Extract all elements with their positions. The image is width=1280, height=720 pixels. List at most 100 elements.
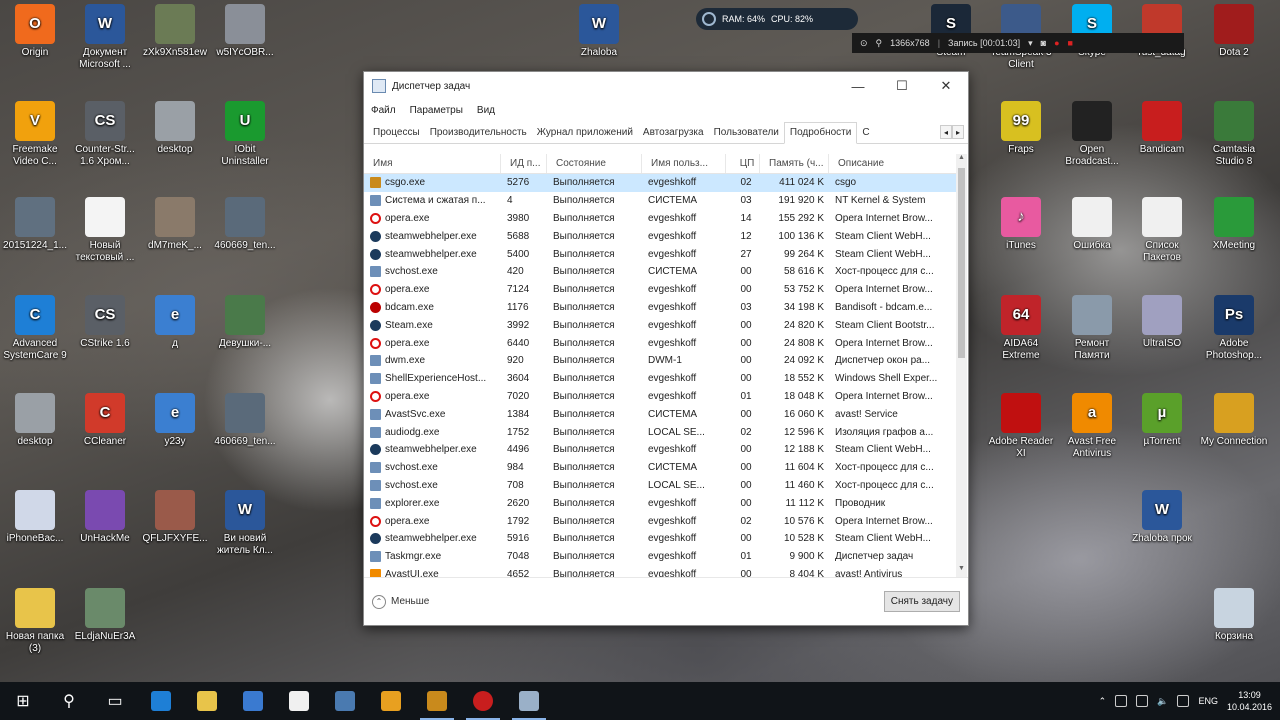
desktop-icon[interactable]: Bandicam [1127, 101, 1197, 156]
desktop-icon[interactable]: µ µTorrent [1127, 393, 1197, 448]
col-header-memory[interactable]: Память (ч... [760, 154, 829, 173]
desktop-icon[interactable]: Ошибка [1057, 197, 1127, 252]
tab-processes[interactable]: Процессы [368, 127, 425, 143]
tab-services[interactable]: С [857, 127, 874, 143]
taskbar-csgo-button[interactable] [414, 682, 460, 720]
taskbar-edge-button[interactable] [138, 682, 184, 720]
col-header-description[interactable]: Описание [829, 154, 957, 173]
table-row[interactable]: steamwebhelper.exe 5916 Выполняется evgeshk… [364, 530, 958, 548]
close-button[interactable]: ✕ [924, 72, 968, 100]
desktop-icon[interactable]: e y23y [140, 393, 210, 448]
table-row[interactable]: csgo.exe 5276 Выполняется evgeshkoff 02 411 0… [364, 174, 958, 192]
desktop-icon[interactable]: dM7meK_... [140, 197, 210, 252]
clock[interactable]: 13:09 10.04.2016 [1227, 689, 1272, 713]
search-icon[interactable]: ⚲ [46, 682, 92, 720]
minimize-button[interactable]: — [836, 72, 880, 100]
table-row[interactable]: steamwebhelper.exe 5400 Выполняется evgeshk… [364, 245, 958, 263]
desktop-icon[interactable]: ELdjaNuEr3A [70, 588, 140, 643]
desktop-icon[interactable]: desktop [0, 393, 70, 448]
taskbar-notepad-button[interactable] [276, 682, 322, 720]
taskbar-task-manager-button[interactable] [506, 682, 552, 720]
col-header-state[interactable]: Состояние [547, 154, 642, 173]
desktop-icon[interactable]: 64 AIDA64 Extreme [986, 295, 1056, 362]
col-header-name[interactable]: Имя [364, 154, 501, 173]
desktop-icon[interactable]: desktop [140, 101, 210, 156]
table-row[interactable]: dwm.exe 920 Выполняется DWM-1 00 24 092 K Дисп… [364, 352, 958, 370]
tab-details[interactable]: Подробности [783, 122, 858, 144]
table-row[interactable]: opera.exe 7124 Выполняется evgeshkoff 00 53 7… [364, 281, 958, 299]
tab-scroll-right-icon[interactable]: ▸ [952, 125, 964, 139]
menu-view[interactable]: Вид [477, 105, 495, 116]
record-button[interactable]: ● [1054, 38, 1059, 48]
desktop-icon[interactable]: Adobe Reader XI [986, 393, 1056, 460]
table-row[interactable]: opera.exe 3980 Выполняется evgeshkoff 14 155 … [364, 210, 958, 228]
desktop-icon[interactable]: W Zhaloba прок [1127, 490, 1197, 545]
tab-users[interactable]: Пользователи [709, 127, 784, 143]
scroll-down-icon[interactable]: ▼ [956, 565, 967, 577]
col-header-user[interactable]: Имя польз... [642, 154, 726, 173]
desktop-icon[interactable]: 460669_ten... [210, 393, 280, 448]
desktop-icon[interactable]: 99 Fraps [986, 101, 1056, 156]
fewer-details-link[interactable]: ⌃ Меньше [372, 594, 429, 609]
table-row[interactable]: svchost.exe 708 Выполняется LOCAL SE... 00 11… [364, 477, 958, 495]
vertical-scrollbar[interactable]: ▲ ▼ [956, 154, 967, 577]
table-row[interactable]: opera.exe 1792 Выполняется evgeshkoff 02 10 5… [364, 512, 958, 530]
menu-file[interactable]: Файл [371, 105, 396, 116]
scroll-up-icon[interactable]: ▲ [956, 154, 967, 166]
table-row[interactable]: steamwebhelper.exe 5688 Выполняется evgeshk… [364, 227, 958, 245]
desktop-icon[interactable]: Список Пакетов [1127, 197, 1197, 264]
language-indicator[interactable]: ENG [1198, 696, 1218, 706]
desktop-icon[interactable]: Open Broadcast... [1057, 101, 1127, 168]
desktop-icon[interactable]: Ремонт Памяти [1057, 295, 1127, 362]
desktop-icon[interactable]: My Connection [1199, 393, 1269, 448]
table-row[interactable]: opera.exe 6440 Выполняется evgeshkoff 00 24 8… [364, 334, 958, 352]
taskbar-network-tool-button[interactable] [322, 682, 368, 720]
taskbar-media-player-button[interactable] [368, 682, 414, 720]
tab-app-history[interactable]: Журнал приложений [532, 127, 638, 143]
pin-icon[interactable]: ⊙ [860, 38, 868, 49]
desktop-icon[interactable]: zXk9Xn581ew [140, 4, 210, 59]
table-row[interactable]: Steam.exe 3992 Выполняется evgeshkoff 00 24 8… [364, 316, 958, 334]
title-bar[interactable]: Диспетчер задач — ☐ ✕ [364, 72, 968, 100]
table-row[interactable]: steamwebhelper.exe 4496 Выполняется evgeshk… [364, 441, 958, 459]
desktop-icon[interactable]: Dota 2 [1199, 4, 1269, 59]
desktop-icon[interactable]: ♪ iTunes [986, 197, 1056, 252]
tab-performance[interactable]: Производительность [425, 127, 532, 143]
desktop-icon[interactable]: w5IYcOBR... [210, 4, 280, 59]
table-row[interactable]: svchost.exe 420 Выполняется СИСТЕМА 00 58 616… [364, 263, 958, 281]
tab-scroll-left-icon[interactable]: ◂ [940, 125, 952, 139]
menu-options[interactable]: Параметры [410, 105, 463, 116]
desktop-icon[interactable]: XMeeting [1199, 197, 1269, 252]
desktop-icon[interactable]: a Avast Free Antivirus [1057, 393, 1127, 460]
volume-icon[interactable]: 🔈 [1157, 696, 1168, 707]
table-row[interactable]: AvastUI.exe 4652 Выполняется evgeshkoff 00 8 … [364, 566, 958, 577]
desktop-icon[interactable]: 460669_ten... [210, 197, 280, 252]
tray-overflow-icon[interactable]: ⌃ [1099, 696, 1107, 707]
desktop-icon[interactable]: Новый текстовый ... [70, 197, 140, 264]
taskbar-file-explorer-button[interactable] [184, 682, 230, 720]
table-row[interactable]: audiodg.exe 1752 Выполняется LOCAL SE... 02 1… [364, 423, 958, 441]
desktop-icon[interactable]: Camtasia Studio 8 [1199, 101, 1269, 168]
taskbar-store-button[interactable] [230, 682, 276, 720]
table-row[interactable]: svchost.exe 984 Выполняется СИСТЕМА 00 11 604… [364, 459, 958, 477]
start-button[interactable]: ⊞ [0, 682, 46, 720]
scroll-thumb[interactable] [958, 168, 965, 358]
desktop-icon[interactable]: C CCleaner [70, 393, 140, 448]
desktop-icon[interactable]: W Документ Microsoft ... [70, 4, 140, 71]
desktop-icon[interactable]: CS Counter-Str... 1.6 Хром... [70, 101, 140, 168]
desktop-icon[interactable]: QFLJFXYFE... [140, 490, 210, 545]
desktop-icon[interactable]: Корзина [1199, 588, 1269, 643]
search-icon[interactable]: ⚲ [876, 38, 883, 49]
tray-app-icon[interactable] [1115, 695, 1128, 707]
maximize-button[interactable]: ☐ [880, 72, 924, 100]
desktop-icon[interactable]: Ps Adobe Photoshop... [1199, 295, 1269, 362]
network-icon[interactable] [1136, 695, 1149, 707]
notification-icon[interactable] [1177, 695, 1190, 707]
desktop-icon[interactable]: UnHackMe [70, 490, 140, 545]
taskbar-bandicam-button[interactable] [460, 682, 506, 720]
table-row[interactable]: opera.exe 7020 Выполняется evgeshkoff 01 18 0… [364, 388, 958, 406]
desktop-icon[interactable]: C Advanced SystemCare 9 [0, 295, 70, 362]
desktop-icon[interactable]: CS CStrike 1.6 [70, 295, 140, 350]
desktop-icon[interactable]: W Ви новий житель Кл... [210, 490, 280, 557]
desktop-icon[interactable]: eд [140, 295, 210, 350]
